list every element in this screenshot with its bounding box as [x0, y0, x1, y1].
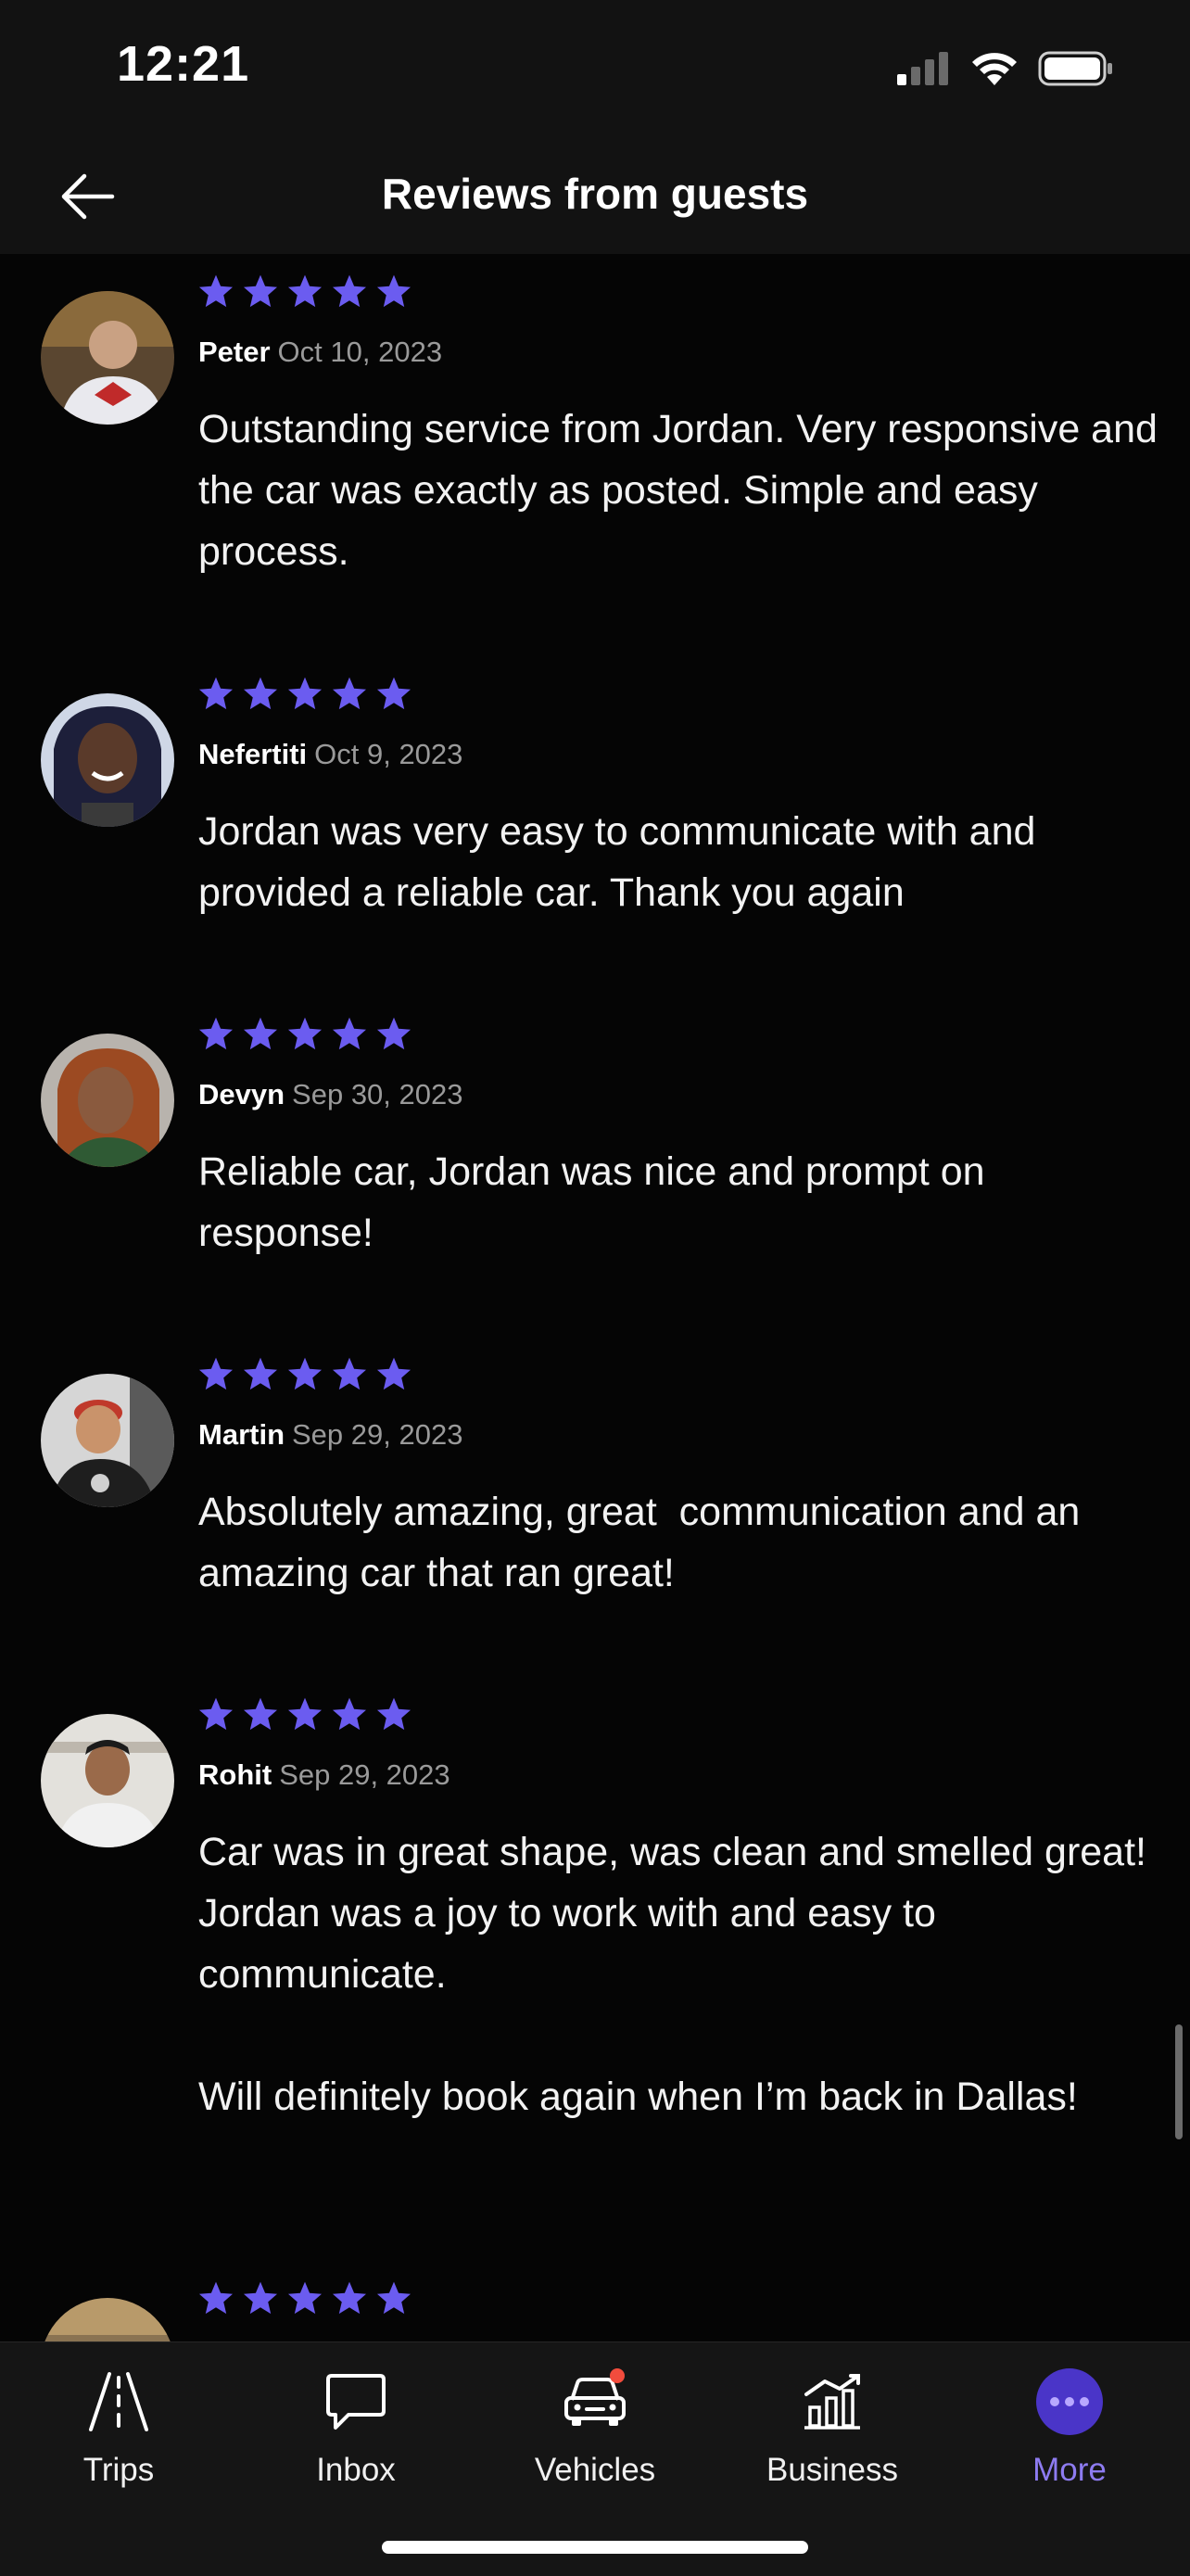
avatar-photo — [41, 2298, 174, 2341]
star-icon — [243, 274, 278, 308]
scrollbar[interactable] — [1175, 2024, 1183, 2139]
wifi-icon — [972, 53, 1017, 85]
star-icon — [332, 1697, 367, 1731]
star-icon — [332, 677, 367, 710]
star-icon — [243, 677, 278, 710]
star-icon — [198, 1697, 234, 1731]
star-icon — [287, 1697, 323, 1731]
star-icon — [376, 677, 411, 710]
review-date: Sep 29, 2023 — [292, 1418, 463, 1451]
avatar-photo — [41, 291, 174, 425]
reviewer-name: Peter — [198, 336, 271, 368]
review-text: Reliable car, Jordan was nice and prompt… — [198, 1149, 996, 1255]
avatar — [41, 2298, 174, 2341]
page-title: Reviews from guests — [381, 170, 809, 218]
review-date: Sep 30, 2023 — [292, 1078, 463, 1110]
tab-label: Vehicles — [534, 2452, 656, 2488]
avatar-photo — [41, 1374, 174, 1507]
status-bar: 12:21 — [0, 0, 1190, 139]
star-icon — [287, 1017, 323, 1050]
status-time: 12:21 — [117, 36, 250, 92]
road-icon — [82, 2365, 156, 2439]
star-icon — [198, 2281, 234, 2315]
review-date: Oct 10, 2023 — [277, 336, 443, 368]
tab-label: Trips — [82, 2452, 155, 2488]
more-dots-icon — [1032, 2365, 1107, 2439]
reviewer-name: Martin — [198, 1418, 285, 1451]
tab-trips[interactable]: Trips — [7, 2365, 230, 2504]
bar-chart-icon — [795, 2365, 869, 2439]
tab-label: Inbox — [316, 2452, 396, 2488]
star-icon — [287, 274, 323, 308]
tab-inbox[interactable]: Inbox — [245, 2365, 467, 2504]
avatar — [41, 693, 174, 827]
avatar-photo — [41, 693, 174, 827]
star-icon — [243, 2281, 278, 2315]
avatar — [41, 291, 174, 425]
review-text: Jordan was very easy to communicate with… — [198, 809, 1047, 915]
star-icon — [376, 2281, 411, 2315]
reviewer-name: Rohit — [198, 1758, 272, 1791]
reviews-list[interactable]: Peter Oct 10, 2023 Outstanding service fr… — [0, 254, 1190, 2341]
star-icon — [243, 1017, 278, 1050]
chat-bubble-icon — [319, 2365, 393, 2439]
battery-icon — [1038, 51, 1112, 86]
nav-header: Reviews from guests — [0, 139, 1190, 254]
review-date: Sep 29, 2023 — [279, 1758, 450, 1791]
avatar — [41, 1034, 174, 1167]
star-icon — [332, 1017, 367, 1050]
tab-bar: Trips Inbox Vehicles Business More — [0, 2341, 1190, 2576]
star-rating — [196, 2279, 413, 2318]
review-meta: Peter Oct 10, 2023 — [198, 336, 442, 369]
star-rating — [196, 1695, 413, 1734]
star-icon — [198, 1357, 234, 1390]
review-meta: Rohit Sep 29, 2023 — [198, 1758, 450, 1792]
cellular-signal-icon — [897, 52, 948, 85]
review-meta: Nefertiti Oct 9, 2023 — [198, 738, 462, 771]
star-rating — [196, 273, 413, 311]
review-meta: Devyn Sep 30, 2023 — [198, 1078, 463, 1111]
tab-more[interactable]: More — [958, 2365, 1181, 2504]
review-text: Outstanding service from Jordan. Very re… — [198, 407, 1169, 574]
tab-label: More — [1032, 2452, 1107, 2488]
star-icon — [243, 1357, 278, 1390]
review-meta: Martin Sep 29, 2023 — [198, 1418, 462, 1452]
star-icon — [198, 1017, 234, 1050]
avatar — [41, 1714, 174, 1847]
star-icon — [332, 1357, 367, 1390]
star-icon — [287, 677, 323, 710]
reviewer-name: Nefertiti — [198, 738, 308, 770]
star-icon — [332, 274, 367, 308]
star-rating — [196, 1355, 413, 1394]
star-icon — [243, 1697, 278, 1731]
tab-label: Business — [766, 2452, 899, 2488]
star-icon — [376, 1017, 411, 1050]
review-text: Car was in great shape, was clean and sm… — [198, 1830, 1146, 2119]
star-icon — [376, 1357, 411, 1390]
status-icons — [895, 46, 1114, 91]
star-rating — [196, 675, 413, 714]
reviewer-name: Devyn — [198, 1078, 285, 1110]
star-icon — [198, 274, 234, 308]
star-icon — [376, 1697, 411, 1731]
star-icon — [287, 1357, 323, 1390]
home-indicator[interactable] — [382, 2541, 808, 2554]
review-text: Absolutely amazing, great communication … — [198, 1490, 1092, 1595]
notification-badge — [610, 2368, 625, 2383]
avatar-photo — [41, 1714, 174, 1847]
review-date: Oct 9, 2023 — [314, 738, 463, 770]
tab-business[interactable]: Business — [721, 2365, 943, 2504]
tab-vehicles[interactable]: Vehicles — [484, 2365, 706, 2504]
avatar-photo — [41, 1034, 174, 1167]
star-icon — [198, 677, 234, 710]
star-icon — [332, 2281, 367, 2315]
star-icon — [376, 274, 411, 308]
star-rating — [196, 1015, 413, 1054]
car-icon — [558, 2365, 632, 2439]
avatar — [41, 1374, 174, 1507]
star-icon — [287, 2281, 323, 2315]
